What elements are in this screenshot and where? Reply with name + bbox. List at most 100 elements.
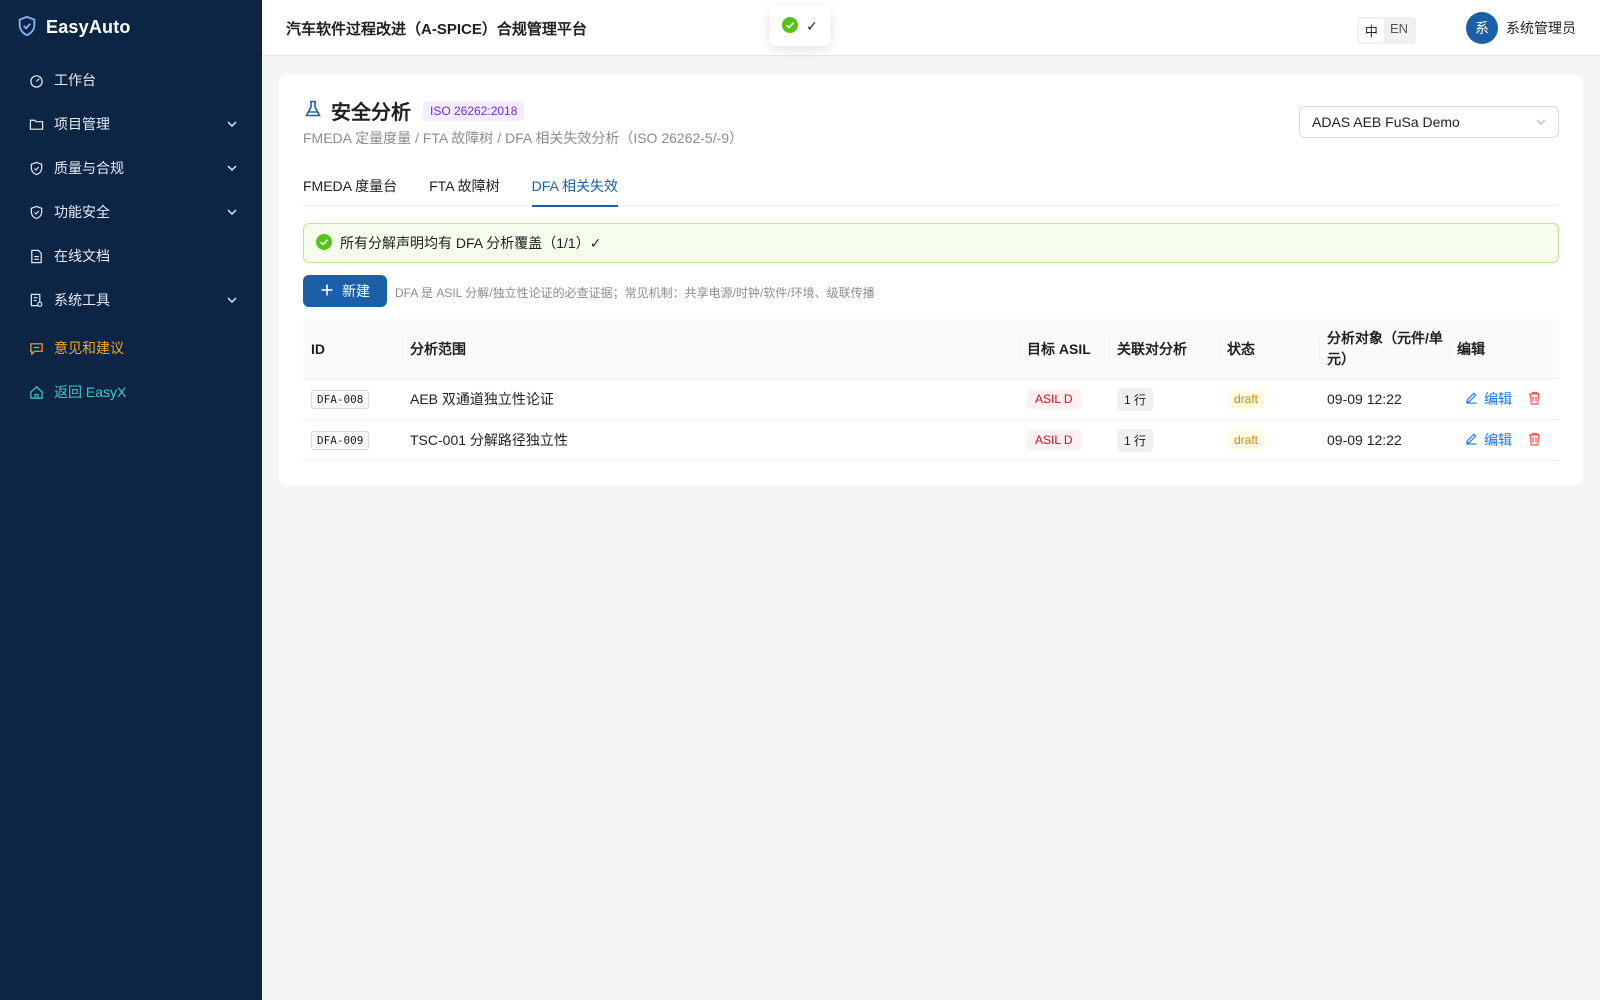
chevron-down-icon[interactable] xyxy=(224,204,240,220)
plus-icon xyxy=(320,283,334,300)
sidebar-item-label: 返回 EasyX xyxy=(54,384,127,400)
edit-button[interactable]: 编辑 xyxy=(1465,430,1512,450)
dfa-table: ID 分析范围 目标 ASIL 关联对分析 状态 分析对象（元件/单元） 编辑 … xyxy=(303,319,1559,461)
sidebar-item-return-easyx[interactable]: 返回 EasyX xyxy=(0,370,262,414)
cell-pairs: 1 行 xyxy=(1109,420,1219,460)
asil-tag: ASIL D xyxy=(1027,389,1081,409)
dfa-hint: DFA 是 ASIL 分解/独立性论证的必查证据；常见机制：共享电源/时钟/软件… xyxy=(395,286,875,300)
sidebar-item-label: 系统工具 xyxy=(54,292,110,308)
chevron-down-icon[interactable] xyxy=(224,292,240,308)
success-check-circle-icon xyxy=(782,16,799,36)
status-badge: draft xyxy=(1227,430,1266,450)
app-title: 汽车软件过程改进（A-SPICE）合规管理平台 xyxy=(286,21,587,38)
delete-button[interactable] xyxy=(1528,391,1541,408)
id-tag: DFA-008 xyxy=(311,389,370,409)
success-check-circle-icon xyxy=(316,233,332,253)
standard-tag: ISO 26262:2018 xyxy=(423,100,525,121)
trash-icon xyxy=(1528,432,1541,449)
sidebar-menu: 工作台 项目管理 质量与合规 功能安全 在线文档 系统工具 意见和建议 返回 E… xyxy=(0,58,262,414)
sidebar-item-documents[interactable]: 在线文档 xyxy=(0,234,262,278)
table-row: DFA-009 TSC-001 分解路径独立性 ASIL D 1 行 draft… xyxy=(303,420,1559,461)
edit-label: 编辑 xyxy=(1484,432,1512,448)
dashboard-icon xyxy=(28,72,44,88)
alert-text: 所有分解声明均有 DFA 分析覆盖（1/1）✓ xyxy=(340,235,602,251)
page-subtitle: FMEDA 定量度量 / FTA 故障树 / DFA 相关失效分析（ISO 26… xyxy=(303,130,744,146)
safety-analysis-card: 安全分析 ISO 26262:2018 FMEDA 定量度量 / FTA 故障树… xyxy=(279,74,1583,486)
status-badge: draft xyxy=(1227,389,1266,409)
sidebar-item-system-tools[interactable]: 系统工具 xyxy=(0,278,262,322)
cell-scope: AEB 双通道独立性论证 xyxy=(410,391,554,407)
new-dfa-button[interactable]: 新建 xyxy=(303,275,387,307)
page-title: 安全分析 xyxy=(331,102,411,124)
edit-button[interactable]: 编辑 xyxy=(1465,389,1512,409)
tools-icon xyxy=(28,292,44,308)
cell-status: draft xyxy=(1219,420,1319,460)
sidebar-item-label: 工作台 xyxy=(54,72,96,88)
user-menu[interactable]: 系 系统管理员 xyxy=(1466,12,1576,44)
project-select-value: ADAS AEB FuSa Demo xyxy=(1312,114,1460,130)
user-name: 系统管理员 xyxy=(1506,20,1576,36)
cell-actions: 编辑 xyxy=(1449,379,1559,419)
pairs-tag: 1 行 xyxy=(1117,428,1154,452)
folder-icon xyxy=(28,116,44,132)
sidebar-item-label: 质量与合规 xyxy=(54,160,124,176)
column-header-status: 状态 xyxy=(1219,319,1319,378)
sidebar-item-label: 意见和建议 xyxy=(54,340,124,356)
column-header-pairs: 关联对分析 xyxy=(1109,319,1219,378)
column-header-target: 分析对象（元件/单元） xyxy=(1319,319,1449,378)
coverage-alert: 所有分解声明均有 DFA 分析覆盖（1/1）✓ xyxy=(303,223,1559,263)
cell-actions: 编辑 xyxy=(1449,420,1559,460)
column-header-scope: 分析范围 xyxy=(402,319,1019,378)
pencil-icon xyxy=(1465,391,1478,407)
sidebar-item-functional-safety[interactable]: 功能安全 xyxy=(0,190,262,234)
toast-text: ✓ xyxy=(806,17,818,34)
sidebar-item-label: 项目管理 xyxy=(54,116,110,132)
shield-icon xyxy=(28,160,44,176)
delete-button[interactable] xyxy=(1528,432,1541,449)
page-title-row: 安全分析 ISO 26262:2018 xyxy=(303,96,525,125)
sidebar-item-feedback[interactable]: 意见和建议 xyxy=(0,326,262,370)
cell-pairs: 1 行 xyxy=(1109,379,1219,419)
top-header: 汽车软件过程改进（A-SPICE）合规管理平台 ✓ 中 EN 系 系统管理员 xyxy=(262,0,1600,56)
cell-scope: TSC-001 分解路径独立性 xyxy=(410,432,568,448)
shield-check-icon xyxy=(28,204,44,220)
cell-updated: 09-09 12:22 xyxy=(1327,391,1402,407)
lang-en-button[interactable]: EN xyxy=(1384,19,1414,42)
table-header: ID 分析范围 目标 ASIL 关联对分析 状态 分析对象（元件/单元） 编辑 xyxy=(303,319,1559,379)
edit-label: 编辑 xyxy=(1484,391,1512,407)
cell-asil: ASIL D xyxy=(1019,420,1109,460)
column-header-edit: 编辑 xyxy=(1449,319,1559,378)
sidebar-item-label: 功能安全 xyxy=(54,204,110,220)
pairs-tag: 1 行 xyxy=(1117,387,1154,411)
tab-dfa[interactable]: DFA 相关失效 xyxy=(531,166,619,207)
home-icon xyxy=(28,384,44,400)
column-header-id: ID xyxy=(311,340,325,357)
chevron-down-icon[interactable] xyxy=(224,116,240,132)
sidebar-item-dashboard[interactable]: 工作台 xyxy=(0,58,262,102)
chevron-down-icon[interactable] xyxy=(224,160,240,176)
cell-id: DFA-009 xyxy=(303,420,402,460)
cell-asil: ASIL D xyxy=(1019,379,1109,419)
tab-fmeda[interactable]: FMEDA 度量台 xyxy=(303,166,397,206)
sidebar-item-quality[interactable]: 质量与合规 xyxy=(0,146,262,190)
avatar[interactable]: 系 xyxy=(1466,12,1498,44)
asil-tag: ASIL D xyxy=(1027,430,1081,450)
tab-fta[interactable]: FTA 故障树 xyxy=(429,166,500,206)
chevron-down-icon xyxy=(1534,115,1548,129)
table-row: DFA-008 AEB 双通道独立性论证 ASIL D 1 行 draft 09… xyxy=(303,379,1559,420)
success-toast: ✓ xyxy=(770,6,830,46)
cell-status: draft xyxy=(1219,379,1319,419)
lang-zh-button[interactable]: 中 xyxy=(1358,19,1384,42)
cell-updated: 09-09 12:22 xyxy=(1327,432,1402,448)
brand-name: EasyAuto xyxy=(46,16,131,37)
project-select[interactable]: ADAS AEB FuSa Demo xyxy=(1299,106,1559,138)
document-icon xyxy=(28,248,44,264)
brand[interactable]: EasyAuto xyxy=(0,0,262,54)
sidebar-item-label: 在线文档 xyxy=(54,248,110,264)
column-header-asil: 目标 ASIL xyxy=(1019,319,1109,378)
feedback-icon xyxy=(28,340,44,356)
sidebar-item-projects[interactable]: 项目管理 xyxy=(0,102,262,146)
analysis-tabs: FMEDA 度量台 FTA 故障树 DFA 相关失效 xyxy=(303,166,1559,207)
sidebar: EasyAuto 工作台 项目管理 质量与合规 功能安全 在线文档 系统工具 意… xyxy=(0,0,262,1000)
id-tag: DFA-009 xyxy=(311,430,370,450)
